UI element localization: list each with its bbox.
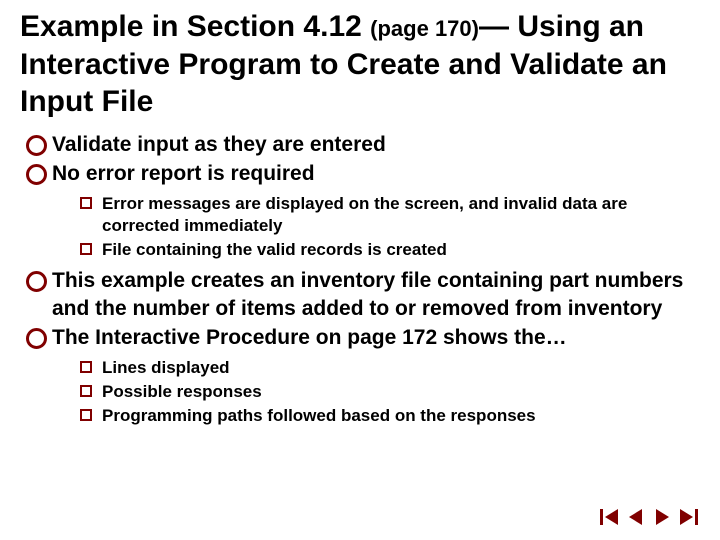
bullet-text: File containing the valid records is cre… (102, 240, 447, 259)
last-slide-button[interactable] (676, 506, 700, 528)
bullet-text: Programming paths followed based on the … (102, 406, 536, 425)
list-item: This example creates an inventory file c… (24, 267, 700, 322)
bullet-text: This example creates an inventory file c… (52, 269, 683, 319)
bullet-text: No error report is required (52, 162, 315, 185)
first-icon (600, 508, 620, 526)
last-icon (678, 508, 698, 526)
bullet-text: Error messages are displayed on the scre… (102, 194, 627, 235)
next-slide-button[interactable] (650, 506, 674, 528)
list-item: The Interactive Procedure on page 172 sh… (24, 324, 700, 351)
slide-nav (598, 506, 700, 528)
bullet-text: The Interactive Procedure on page 172 sh… (52, 326, 567, 349)
list-item: File containing the valid records is cre… (78, 239, 700, 261)
bullet-text: Lines displayed (102, 358, 230, 377)
list-item: Programming paths followed based on the … (78, 405, 700, 427)
list-item: Lines displayed (78, 357, 700, 379)
sub-bullet-list: Error messages are displayed on the scre… (78, 193, 700, 261)
bullet-list: Validate input as they are entered No er… (24, 131, 700, 188)
bullet-text: Possible responses (102, 382, 262, 401)
list-item: Possible responses (78, 381, 700, 403)
prev-slide-button[interactable] (624, 506, 648, 528)
next-icon (653, 508, 671, 526)
bullet-list: This example creates an inventory file c… (24, 267, 700, 351)
first-slide-button[interactable] (598, 506, 622, 528)
title-page-ref: (page 170) (370, 16, 479, 41)
prev-icon (627, 508, 645, 526)
sub-bullet-list: Lines displayed Possible responses Progr… (78, 357, 700, 427)
title-part1: Example in Section 4.12 (20, 10, 370, 43)
list-item: Error messages are displayed on the scre… (78, 193, 700, 237)
list-item: No error report is required (24, 160, 700, 187)
slide-title: Example in Section 4.12 (page 170)— Usin… (20, 8, 700, 121)
bullet-text: Validate input as they are entered (52, 133, 386, 156)
list-item: Validate input as they are entered (24, 131, 700, 158)
